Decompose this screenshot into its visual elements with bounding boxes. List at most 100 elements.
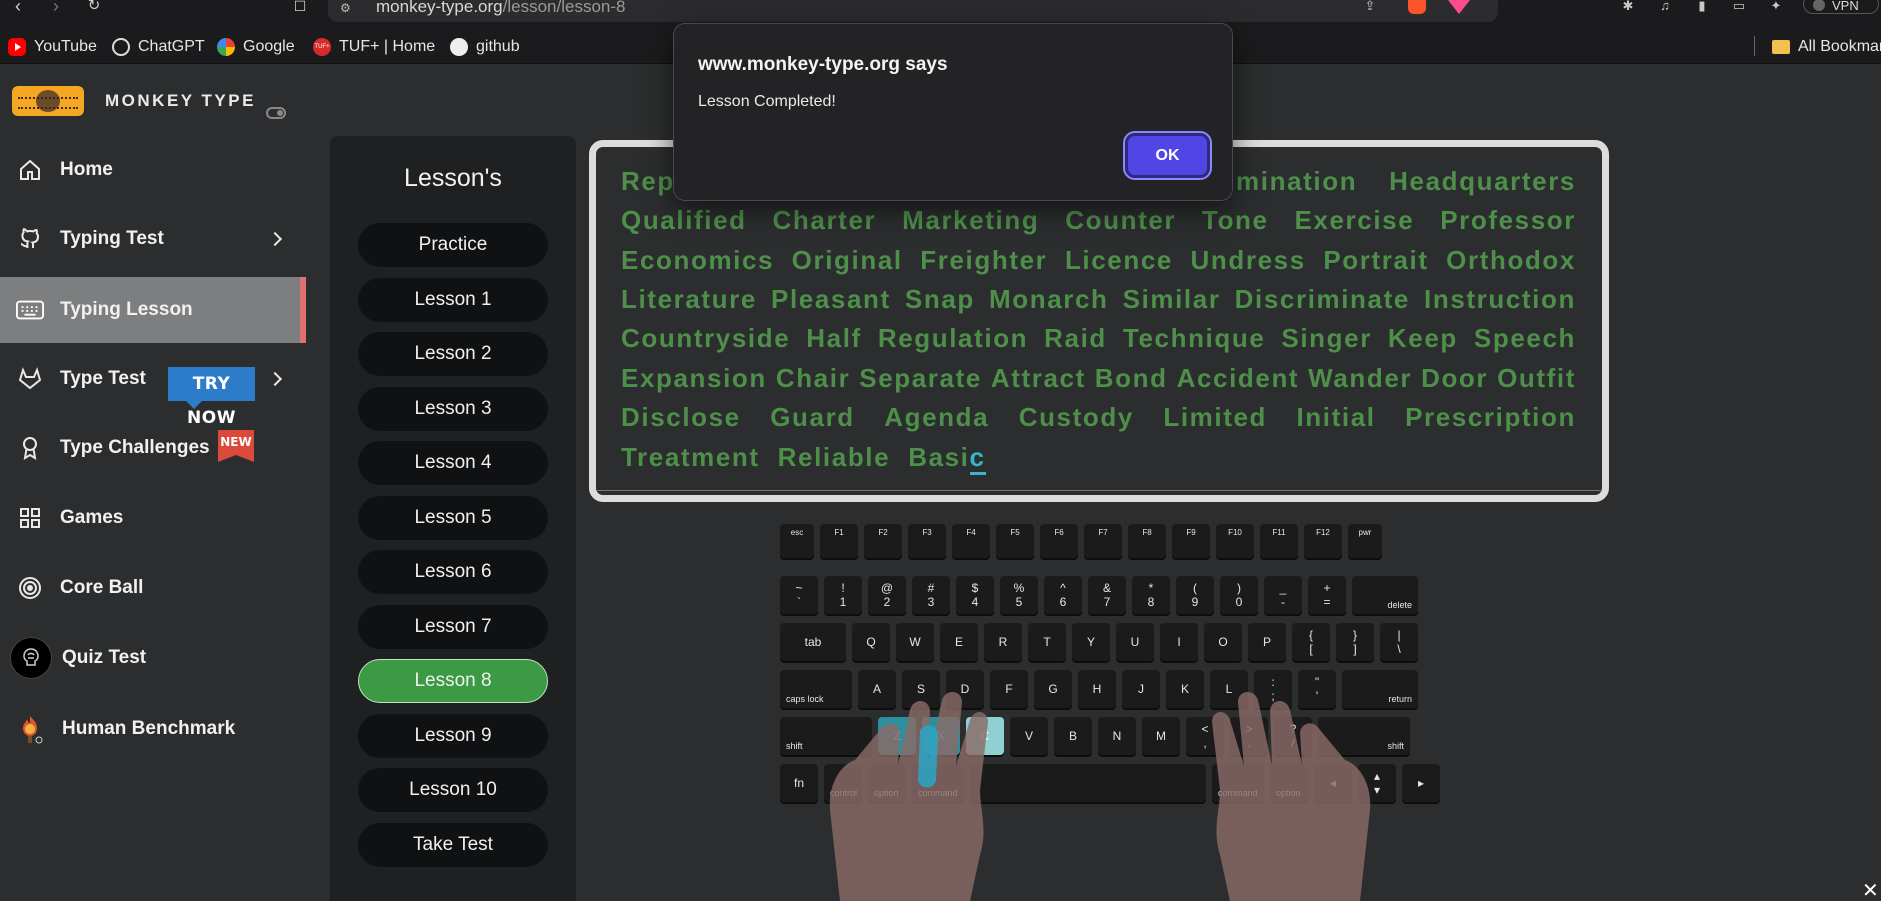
key-label: F6 <box>1054 528 1064 537</box>
sidebar-item-games[interactable]: Games <box>0 485 306 551</box>
wallet-icon[interactable]: ▭ <box>1729 0 1749 16</box>
tuf-icon: TUF+ <box>313 38 331 56</box>
key-label: fn <box>793 776 804 790</box>
key-label: % 5 <box>1013 581 1025 609</box>
monkey-logo[interactable] <box>12 86 84 116</box>
word: Singer <box>1281 323 1372 353</box>
word: Similar <box>1122 284 1221 314</box>
leo-icon[interactable]: ✦ <box>1766 0 1786 16</box>
key-label: X <box>936 729 945 743</box>
bookmark-chatgpt[interactable]: ChatGPT <box>112 37 205 57</box>
sidebar-item-home[interactable]: Home <box>0 137 306 203</box>
word: Raid <box>1044 323 1107 353</box>
sidebar-item-typing-lesson[interactable]: Typing Lesson <box>0 277 306 343</box>
key-label: option <box>874 788 899 798</box>
vpn-button[interactable]: VPN <box>1803 0 1879 14</box>
bookmark-youtube[interactable]: YouTube <box>8 37 97 57</box>
theme-toggle[interactable] <box>266 107 286 119</box>
take-test-button[interactable]: Take Test <box>358 823 548 867</box>
lesson-button-9[interactable]: Lesson 9 <box>358 714 548 758</box>
bookmark-icon[interactable]: ☐ <box>288 0 312 16</box>
site-settings-icon[interactable]: ⚙ <box>340 1 356 15</box>
word: Chair <box>775 363 851 393</box>
sidebar-item-typing-test[interactable]: Typing Test <box>0 206 306 272</box>
key-r: R <box>984 623 1022 661</box>
folder-icon <box>1772 40 1790 54</box>
lesson-button-10[interactable]: Lesson 10 <box>358 768 548 812</box>
ok-button[interactable]: OK <box>1123 131 1212 180</box>
sidebar-toggle-icon[interactable]: ▮ <box>1692 0 1712 16</box>
sidebar-item-quiz-test[interactable]: Quiz Test <box>0 625 306 691</box>
bookmark-github[interactable]: github <box>450 37 520 57</box>
key--3: # 3 <box>912 576 950 614</box>
key-label: M <box>1156 729 1166 743</box>
virtual-keyboard: esc F1 F2 F3 F4 F5 F6 F7 F8 F9 F10 F11 F12 pwr ~ ` ! 1 @… <box>778 524 1440 804</box>
lesson-button-6[interactable]: Lesson 6 <box>358 550 548 594</box>
sidebar-item-core-ball[interactable]: Core Ball <box>0 555 306 621</box>
github-icon <box>16 225 44 253</box>
lesson-button-3[interactable]: Lesson 3 <box>358 387 548 431</box>
media-icon[interactable]: ♫ <box>1655 0 1675 16</box>
lesson-button-4[interactable]: Lesson 4 <box>358 441 548 485</box>
lesson-button-1[interactable]: Lesson 1 <box>358 278 548 322</box>
word: Keep <box>1387 323 1458 353</box>
key-label: C <box>980 729 990 743</box>
share-icon[interactable]: ⇪ <box>1360 0 1380 16</box>
word: Discriminate <box>1234 284 1410 314</box>
key-option: option <box>1270 764 1308 802</box>
key-label: T <box>1043 635 1051 649</box>
key-label: G <box>1048 682 1058 696</box>
text-line-7: Disclose Guard Agenda Custody Limited In… <box>621 402 1576 433</box>
key-pwr: pwr <box>1348 524 1382 558</box>
brand-name[interactable]: MONKEY TYPE <box>105 91 256 111</box>
key-n: N <box>1098 717 1136 755</box>
key-tab: tab <box>780 623 846 661</box>
chevron-right-icon <box>267 231 283 247</box>
sidebar-item-type-test[interactable]: Type Test <box>0 346 306 412</box>
sidebar-item-human-benchmark[interactable]: Human Benchmark <box>0 696 306 762</box>
lesson-button-2[interactable]: Lesson 2 <box>358 332 548 376</box>
text-line-3: Economics Original Freighter Licence Und… <box>621 245 1576 276</box>
key-label: command <box>1218 788 1258 798</box>
key-label: Y <box>1086 635 1095 649</box>
lessons-title: Lesson's <box>404 164 502 192</box>
forward-icon[interactable]: › <box>44 0 68 16</box>
bookmark-tuf[interactable]: TUF+ TUF+ | Home <box>313 37 435 57</box>
key-label: : ; <box>1271 675 1275 703</box>
lesson-button-5[interactable]: Lesson 5 <box>358 496 548 540</box>
key-f: F <box>990 670 1028 708</box>
key--0: ) 0 <box>1220 576 1258 614</box>
extensions-icon[interactable]: ✱ <box>1618 0 1638 16</box>
word: Initial <box>1296 402 1376 432</box>
reload-icon[interactable]: ↻ <box>82 0 106 16</box>
key-x: X <box>922 717 960 755</box>
chevron-right-icon <box>267 371 283 387</box>
close-icon[interactable]: ✕ <box>1862 878 1879 901</box>
key--8: * 8 <box>1132 576 1170 614</box>
sidebar-item-type-challenges[interactable]: Type Challenges <box>0 415 306 481</box>
address-bar[interactable]: ⚙ monkey-type.org/lesson/lesson-8 ⇪ <box>328 0 1498 22</box>
key-label: N <box>1112 729 1122 743</box>
key-label: delete <box>1387 600 1412 610</box>
key-label: option <box>1276 788 1301 798</box>
key-label: W <box>909 635 921 649</box>
key-f3: F3 <box>908 524 946 558</box>
key--: _ - <box>1264 576 1302 614</box>
word: Agenda <box>884 402 990 432</box>
cursor-character: c <box>969 442 986 475</box>
key--: " ' <box>1298 670 1336 708</box>
brave-shields-icon[interactable] <box>1408 0 1426 14</box>
bookmark-google[interactable]: Google <box>217 37 295 57</box>
url-text[interactable]: monkey-type.org/lesson/lesson-8 <box>376 0 625 17</box>
all-bookmarks[interactable]: All Bookmar <box>1772 37 1881 57</box>
key-label: B <box>1068 729 1077 743</box>
word: Literature <box>621 284 757 314</box>
lesson-button-7[interactable]: Lesson 7 <box>358 605 548 649</box>
lesson-button-8[interactable]: Lesson 8 <box>358 659 548 703</box>
word: Tone <box>1202 205 1269 235</box>
dialog-message: Lesson Completed! <box>698 93 836 110</box>
brave-rewards-icon[interactable] <box>1448 0 1470 14</box>
back-icon[interactable]: ‹ <box>6 0 30 16</box>
lesson-button-practice[interactable]: Practice <box>358 223 548 267</box>
key-m: M <box>1142 717 1180 755</box>
